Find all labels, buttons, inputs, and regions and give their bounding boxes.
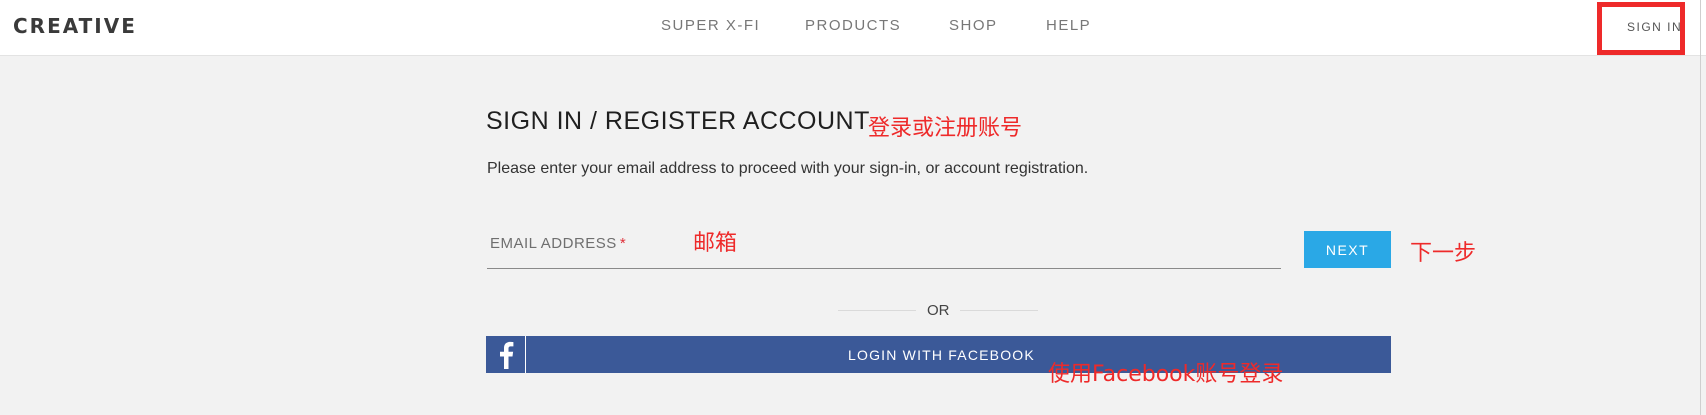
page-subtitle: Please enter your email address to proce…	[487, 160, 1089, 177]
page-title: SIGN IN / REGISTER ACCOUNT	[486, 107, 870, 135]
or-divider-left	[838, 310, 916, 311]
annotation-title: 登录或注册账号	[868, 116, 1023, 141]
nav-item-products[interactable]: PRODUCTS	[805, 17, 901, 34]
facebook-icon	[486, 336, 526, 373]
nav-item-super-x-fi[interactable]: SUPER X-FI	[661, 17, 760, 34]
annotation-next: 下一步	[1410, 241, 1477, 266]
nav-item-shop[interactable]: SHOP	[949, 17, 998, 34]
facebook-login-label: LOGIN WITH FACEBOOK	[848, 347, 1035, 363]
site-header: CREATIVE SUPER X-FI PRODUCTS SHOP HELP S…	[0, 0, 1706, 56]
annotation-email: 邮箱	[693, 231, 738, 256]
nav-item-help[interactable]: HELP	[1046, 17, 1091, 34]
email-field[interactable]: EMAIL ADDRESS *	[487, 226, 1285, 270]
header-signin-link[interactable]: SIGN IN	[1627, 20, 1682, 34]
page-edge-divider	[1700, 0, 1701, 415]
email-input[interactable]	[487, 226, 1285, 270]
next-button[interactable]: NEXT	[1304, 231, 1391, 268]
creative-logo[interactable]: CREATIVE	[13, 14, 137, 38]
annotation-facebook: 使用Facebook账号登录	[1048, 362, 1284, 387]
or-separator: OR	[927, 302, 950, 319]
or-divider-right	[960, 310, 1038, 311]
